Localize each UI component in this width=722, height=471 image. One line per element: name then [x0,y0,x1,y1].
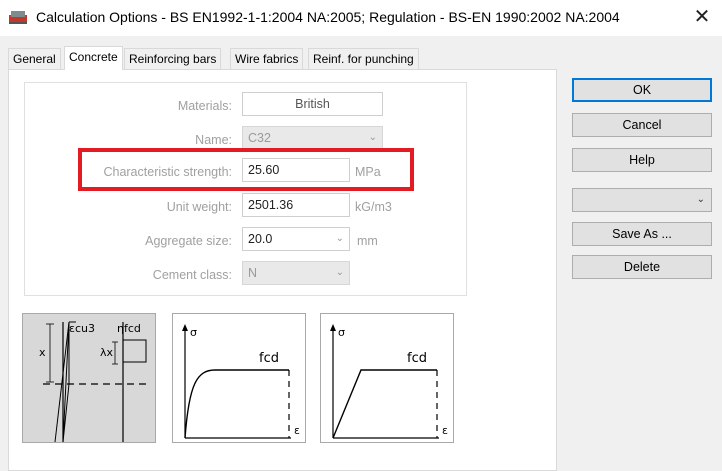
aggregate-size-select[interactable]: 20.0 ⌄ [242,227,350,251]
chevron-down-icon: ⌄ [335,267,344,278]
ok-button[interactable]: OK [572,78,712,102]
app-icon [9,11,27,24]
highlight-box [78,148,414,191]
aggregate-size-label: Aggregate size: [145,234,232,248]
window-title: Calculation Options - BS EN1992-1-1:2004… [36,9,620,25]
bilinear-diagram: σ fcd ε [330,324,448,439]
ecu3-label: εcu3 [69,322,95,335]
chevron-down-icon: ⌄ [696,194,705,205]
rectangular-diagram-option[interactable]: εcu3 x λx ηfcd [22,313,156,443]
delete-button[interactable]: Delete [572,255,712,279]
materials-field[interactable]: British [242,92,383,116]
chevron-down-icon: ⌄ [368,132,377,143]
x-label: x [39,346,46,359]
parabolic-diagram-option[interactable]: σ fcd ε [172,313,306,443]
tab-general[interactable]: General [8,48,61,69]
preset-combo[interactable]: ⌄ [572,188,712,212]
unit-weight-label: Unit weight: [166,200,232,214]
rectangular-stress-diagram: εcu3 x λx ηfcd [39,321,148,443]
tab-reinforcing-bars[interactable]: Reinforcing bars [124,48,222,69]
fcd-label: fcd [407,351,427,366]
unit-weight-input[interactable]: 2501.36 [242,193,350,217]
sigma-label: σ [338,326,345,339]
cement-class-select: N ⌄ [242,261,350,285]
bilinear-diagram-option[interactable]: σ fcd ε [320,313,454,443]
fcd-label: fcd [259,351,279,366]
tab-reinf-for-punching[interactable]: Reinf. for punching [308,48,419,69]
help-button[interactable]: Help [572,148,712,172]
parabolic-rectangle-diagram: σ fcd ε [182,324,300,439]
aggregate-size-value: 20.0 [248,232,273,246]
chevron-down-icon: ⌄ [335,233,344,244]
aggregate-size-unit: mm [357,234,378,248]
cancel-button[interactable]: Cancel [572,113,712,137]
materials-label: Materials: [177,99,232,113]
name-label: Name: [195,133,232,147]
epsilon-label: ε [442,424,448,437]
sigma-label: σ [190,326,197,339]
close-icon[interactable]: ✕ [690,6,714,28]
lambda-x-label: λx [100,346,114,359]
tab-concrete[interactable]: Concrete [64,46,123,70]
tab-wire-fabrics[interactable]: Wire fabrics [230,48,304,69]
unit-weight-unit: kG/m3 [355,200,392,214]
title-bar: Calculation Options - BS EN1992-1-1:2004… [0,0,722,36]
epsilon-label: ε [294,424,300,437]
name-select: C32 ⌄ [242,126,383,150]
cement-class-value: N [248,266,258,280]
eta-fcd-label: ηfcd [117,322,141,335]
save-as-button[interactable]: Save As ... [572,222,712,246]
name-value: C32 [248,131,271,145]
cement-class-label: Cement class: [152,268,232,282]
